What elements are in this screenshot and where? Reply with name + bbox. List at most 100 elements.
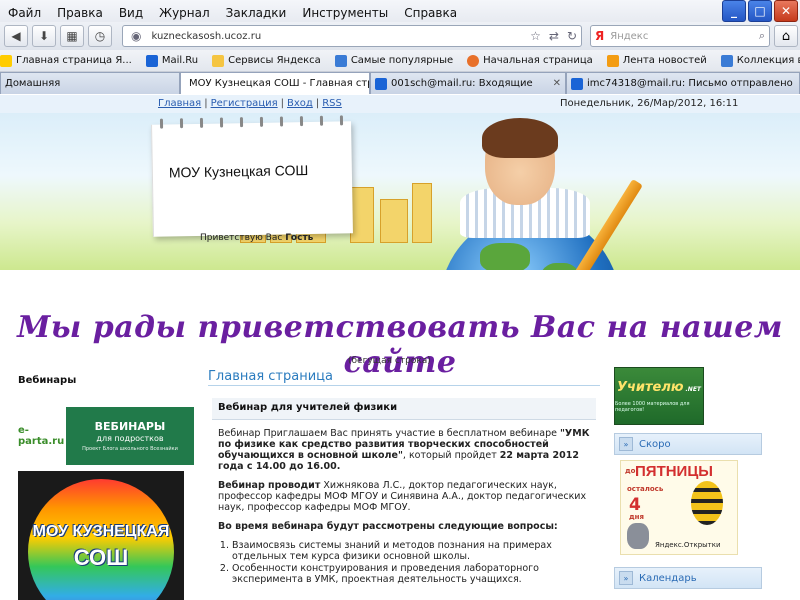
bee-illustration — [691, 481, 723, 525]
list-item: Особенности конструирования и проведения… — [232, 563, 590, 585]
menu-view[interactable]: Вид — [111, 6, 151, 20]
tab-mail-inbox[interactable]: 001sch@mail.ru: Входящие ✕ — [370, 72, 566, 94]
nav-link-register[interactable]: Регистрация — [211, 98, 278, 109]
uchitelyu-net: .NET — [685, 385, 702, 393]
bookmark-star-icon[interactable]: ☆ — [530, 29, 541, 43]
reload-icon[interactable]: ↻ — [567, 29, 577, 43]
greeting: Приветствую Вас Гость — [200, 233, 314, 243]
news-body: Вебинар Приглашаем Вас принять участие в… — [218, 428, 590, 586]
news-heading[interactable]: Вебинар для учителей физики — [212, 398, 596, 420]
home-icon: ⌂ — [781, 28, 791, 44]
translate-icon[interactable]: ⇄ — [549, 29, 559, 43]
bookmark-icon — [334, 54, 347, 67]
rss-icon — [606, 54, 619, 67]
eparta-title: ВЕБИНАРЫ — [94, 420, 166, 433]
tab-strip: Домашняя МОУ Кузнецкая СОШ - Главная стр… — [0, 72, 800, 94]
home-button[interactable]: ⌂ — [774, 25, 798, 47]
tab-school-site[interactable]: МОУ Кузнецкая СОШ - Главная стра... ✕ — [180, 72, 370, 94]
close-tab-icon[interactable]: ✕ — [547, 78, 561, 89]
eparta-logo: e-parta.ru — [18, 407, 66, 465]
site-header-banner: МОУ Кузнецкая СОШ Приветствую Вас Гость — [0, 113, 800, 270]
uchitelyu-title: Учителю — [616, 379, 684, 395]
bookmark-item[interactable]: Главная страница Я... — [0, 54, 132, 67]
calendar-block-header: » Календарь — [614, 567, 762, 589]
nav-link-home[interactable]: Главная — [158, 98, 201, 109]
badge-line2: СОШ — [73, 545, 129, 570]
title-divider — [208, 385, 600, 386]
arrow-right-icon: » — [619, 437, 633, 451]
school-name-note: МОУ Кузнецкая СОШ — [151, 115, 353, 237]
news-paragraph: Вебинар проводит Хижнякова Л.С., доктор … — [218, 480, 587, 513]
site-nav: Главная | Регистрация | Вход | RSS — [158, 98, 342, 109]
download-icon: ⬇ — [38, 29, 50, 43]
nav-link-rss[interactable]: RSS — [322, 98, 342, 109]
close-button[interactable]: ✕ — [774, 0, 798, 22]
back-arrow-icon: ◀ — [11, 29, 21, 43]
maximize-button[interactable]: □ — [748, 0, 772, 22]
skoro-block-header: » Скоро — [614, 433, 762, 455]
news-paragraph: Вебинар Приглашаем Вас принять участие в… — [218, 428, 590, 472]
navigation-toolbar: ◀ ⬇ ▦ ◷ ◉ kuzneckasosh.ucoz.ru ☆ ⇄ ↻ Я Я… — [0, 22, 800, 50]
site-top-links: Главная | Регистрация | Вход | RSS Понедельник… — [0, 95, 800, 113]
bookmark-item[interactable]: Mail.Ru — [145, 54, 198, 67]
countdown-day: ПЯТНИЦЫ — [635, 463, 713, 480]
bookmark-item[interactable]: Коллекция веб-фраг... — [720, 54, 800, 67]
bookmark-item[interactable]: Начальная страница — [467, 54, 593, 67]
topics-list: Взаимосвязь системы знаний и методов поз… — [232, 540, 590, 585]
eparta-subtitle: для подростков — [96, 434, 164, 443]
url-text[interactable]: kuzneckasosh.ucoz.ru — [151, 31, 526, 42]
uchitelyu-banner[interactable]: Учителю .NET Более 1000 материалов для пе… — [614, 367, 704, 425]
addons-button[interactable]: ▦ — [60, 25, 84, 47]
bookmark-icon — [0, 54, 12, 67]
menu-file[interactable]: Файл — [0, 6, 49, 20]
download-button[interactable]: ⬇ — [32, 25, 56, 47]
puzzle-icon: ▦ — [66, 29, 78, 43]
badge-line1: МОУ КУЗНЕЦКАЯ — [32, 523, 170, 540]
folder-icon — [212, 54, 225, 67]
firefox-icon — [467, 54, 480, 67]
tab-mail-sent[interactable]: imc74318@mail.ru: Письмо отправлено — [566, 72, 800, 94]
webinars-heading: Вебинары — [18, 375, 77, 386]
bookmark-icon — [145, 54, 158, 67]
eparta-banner[interactable]: e-parta.ru ВЕБИНАРЫ для подростков Проек… — [18, 407, 194, 465]
school-badge-image: МОУ КУЗНЕЦКАЯ СОШ — [18, 471, 184, 600]
window-controls: _ □ ✕ — [722, 0, 798, 22]
cat-illustration — [627, 523, 649, 549]
nav-link-login[interactable]: Вход — [287, 98, 313, 109]
menu-history[interactable]: Журнал — [151, 6, 218, 20]
menu-help[interactable]: Справка — [396, 6, 465, 20]
left-sidebar: Вебинары — [18, 375, 198, 386]
menu-bookmarks[interactable]: Закладки — [218, 6, 295, 20]
page-title: Главная страница — [208, 369, 333, 384]
tab-home[interactable]: Домашняя — [0, 72, 180, 94]
clock-icon: ◷ — [94, 29, 106, 43]
search-box[interactable]: Я Яндекс ⌕ — [590, 25, 770, 47]
ticker-label: (бегущая строка) — [348, 356, 431, 366]
news-paragraph: Во время вебинара будут рассмотрены след… — [218, 521, 558, 532]
eparta-caption: Проект Блога школьного Всезнайки — [82, 446, 178, 452]
mail-favicon-icon — [375, 77, 387, 90]
yandex-icon[interactable]: Я — [595, 29, 604, 43]
minimize-button[interactable]: _ — [722, 0, 746, 22]
site-identity-icon[interactable]: ◉ — [131, 29, 141, 43]
school-name: МОУ Кузнецкая СОШ — [168, 162, 309, 181]
countdown-number: 4 — [629, 495, 641, 515]
bookmarks-toolbar: Главная страница Я... Mail.Ru Сервисы Ян… — [0, 50, 800, 72]
bookmark-item[interactable]: Лента новостей — [606, 54, 707, 67]
search-icon[interactable]: ⌕ — [759, 29, 765, 43]
menu-edit[interactable]: Правка — [49, 6, 111, 20]
countdown-card[interactable]: до ПЯТНИЦЫ осталось 4 дня Яндекс.Открытк… — [620, 460, 738, 555]
yandex-cards-logo: Яндекс.Открытки — [655, 541, 721, 549]
history-button[interactable]: ◷ — [88, 25, 112, 47]
address-bar[interactable]: ◉ kuzneckasosh.ucoz.ru ☆ ⇄ ↻ — [122, 25, 582, 47]
webslice-icon — [720, 54, 733, 67]
arrow-right-icon: » — [619, 571, 633, 585]
list-item: Взаимосвязь системы знаний и методов поз… — [232, 540, 590, 562]
site-date: Понедельник, 26/Мар/2012, 16:11 — [560, 98, 739, 109]
mail-favicon-icon — [571, 77, 583, 90]
search-input[interactable]: Яндекс — [610, 31, 759, 42]
back-button[interactable]: ◀ — [4, 25, 28, 47]
menu-tools[interactable]: Инструменты — [294, 6, 396, 20]
bookmark-item[interactable]: Самые популярные — [334, 54, 453, 67]
bookmark-item[interactable]: Сервисы Яндекса — [212, 54, 321, 67]
